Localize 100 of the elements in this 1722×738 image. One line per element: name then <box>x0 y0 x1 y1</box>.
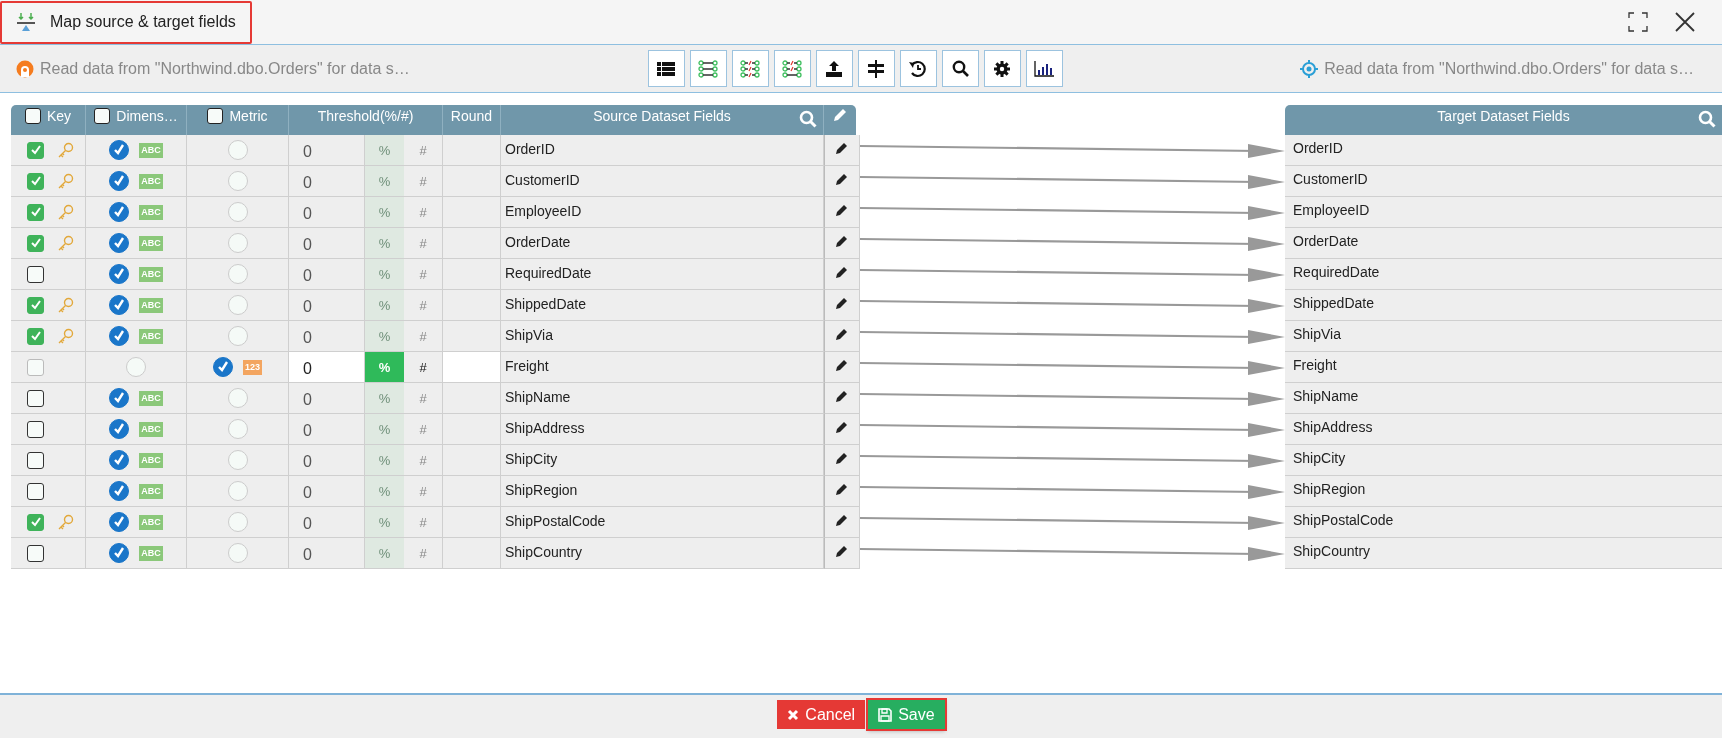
key-checkbox[interactable] <box>27 513 44 531</box>
key-checkbox[interactable] <box>27 482 44 500</box>
number-toggle[interactable]: # <box>404 259 443 290</box>
key-checkbox[interactable] <box>27 389 44 407</box>
threshold-field[interactable]: 0 <box>289 507 365 538</box>
key-checkbox[interactable] <box>27 451 44 469</box>
threshold-field[interactable]: 0 <box>289 538 365 569</box>
number-toggle[interactable]: # <box>404 538 443 569</box>
percent-toggle[interactable]: % <box>365 259 404 290</box>
round-field[interactable] <box>443 383 501 414</box>
number-toggle[interactable]: # <box>404 476 443 507</box>
pencil-icon[interactable] <box>836 359 848 371</box>
close-icon[interactable] <box>1674 11 1696 33</box>
percent-toggle[interactable]: % <box>365 290 404 321</box>
percent-toggle[interactable]: % <box>365 166 404 197</box>
dimension-radio[interactable] <box>109 264 130 284</box>
percent-toggle[interactable]: % <box>365 538 404 569</box>
key-checkbox[interactable] <box>27 234 44 252</box>
number-toggle[interactable]: # <box>404 507 443 538</box>
dimension-radio[interactable] <box>126 357 146 377</box>
save-button[interactable]: Save <box>868 700 945 729</box>
pencil-icon[interactable] <box>836 514 848 526</box>
select-all-checkbox[interactable] <box>94 108 111 124</box>
dimension-radio[interactable] <box>109 295 130 315</box>
threshold-field[interactable]: 0 <box>289 197 365 228</box>
pencil-icon[interactable] <box>836 266 848 278</box>
percent-toggle[interactable]: % <box>365 197 404 228</box>
metric-radio[interactable] <box>227 326 248 346</box>
threshold-field[interactable]: 0 <box>289 476 365 507</box>
dimension-radio[interactable] <box>109 481 130 501</box>
percent-toggle[interactable]: % <box>365 228 404 259</box>
dimension-radio[interactable] <box>109 543 130 563</box>
metric-radio[interactable] <box>227 419 248 439</box>
percent-toggle[interactable]: % <box>365 476 404 507</box>
search-button[interactable] <box>941 50 979 87</box>
threshold-field[interactable]: 0 <box>289 445 365 476</box>
threshold-field[interactable]: 0 <box>289 414 365 445</box>
metric-radio[interactable] <box>213 357 233 377</box>
select-all-checkbox[interactable] <box>24 108 41 124</box>
dimension-radio[interactable] <box>109 419 130 439</box>
key-checkbox[interactable] <box>27 296 44 314</box>
number-toggle[interactable]: # <box>404 321 443 352</box>
key-checkbox[interactable] <box>27 420 44 438</box>
number-toggle[interactable]: # <box>404 228 443 259</box>
round-field[interactable] <box>443 290 501 321</box>
threshold-field[interactable]: 0 <box>289 135 365 166</box>
metric-radio[interactable] <box>227 388 248 408</box>
dimension-radio[interactable] <box>109 171 130 191</box>
percent-toggle[interactable]: % <box>365 383 404 414</box>
unlink-all-button[interactable] <box>731 50 769 87</box>
round-field[interactable] <box>443 538 501 569</box>
metric-radio[interactable] <box>227 512 248 532</box>
metric-radio[interactable] <box>227 450 248 470</box>
percent-toggle[interactable]: % <box>365 414 404 445</box>
metric-radio[interactable] <box>227 233 248 253</box>
percent-toggle[interactable]: % <box>365 445 404 476</box>
threshold-field[interactable]: 0 <box>289 228 365 259</box>
upload-button[interactable] <box>815 50 853 87</box>
pencil-icon[interactable] <box>836 297 848 309</box>
round-field[interactable] <box>443 197 501 228</box>
number-toggle[interactable]: # <box>404 166 443 197</box>
pencil-icon[interactable] <box>836 390 848 402</box>
threshold-field[interactable]: 0 <box>289 166 365 197</box>
dimension-radio[interactable] <box>109 233 130 253</box>
round-field[interactable] <box>443 228 501 259</box>
metric-radio[interactable] <box>227 140 248 160</box>
dimension-radio[interactable] <box>109 450 130 470</box>
round-field[interactable] <box>443 507 501 538</box>
chart-button[interactable] <box>1025 50 1063 87</box>
select-all-checkbox[interactable] <box>207 108 224 124</box>
key-checkbox[interactable] <box>27 544 44 562</box>
pencil-icon[interactable] <box>836 421 848 433</box>
key-checkbox[interactable] <box>27 172 44 190</box>
number-toggle[interactable]: # <box>404 290 443 321</box>
dimension-radio[interactable] <box>109 140 130 160</box>
search-icon[interactable] <box>799 110 817 128</box>
round-field[interactable] <box>443 445 501 476</box>
pencil-icon[interactable] <box>836 204 848 216</box>
threshold-field[interactable]: 0 <box>289 352 365 383</box>
dimension-radio[interactable] <box>109 202 130 222</box>
key-checkbox[interactable] <box>27 327 44 345</box>
dimension-radio[interactable] <box>109 326 130 346</box>
history-button[interactable] <box>899 50 937 87</box>
align-button[interactable] <box>857 50 895 87</box>
number-toggle[interactable]: # <box>404 197 443 228</box>
unlink-some-button[interactable] <box>773 50 811 87</box>
pencil-icon[interactable] <box>836 142 848 154</box>
number-toggle[interactable]: # <box>404 445 443 476</box>
round-field[interactable] <box>443 135 501 166</box>
metric-radio[interactable] <box>227 543 248 563</box>
metric-radio[interactable] <box>227 264 248 284</box>
search-icon[interactable] <box>1698 110 1716 128</box>
round-field[interactable] <box>443 166 501 197</box>
key-checkbox[interactable] <box>27 358 44 376</box>
dimension-radio[interactable] <box>109 388 130 408</box>
cancel-button[interactable]: Cancel <box>777 700 866 729</box>
threshold-field[interactable]: 0 <box>289 290 365 321</box>
threshold-field[interactable]: 0 <box>289 383 365 414</box>
key-checkbox[interactable] <box>27 203 44 221</box>
threshold-field[interactable]: 0 <box>289 321 365 352</box>
